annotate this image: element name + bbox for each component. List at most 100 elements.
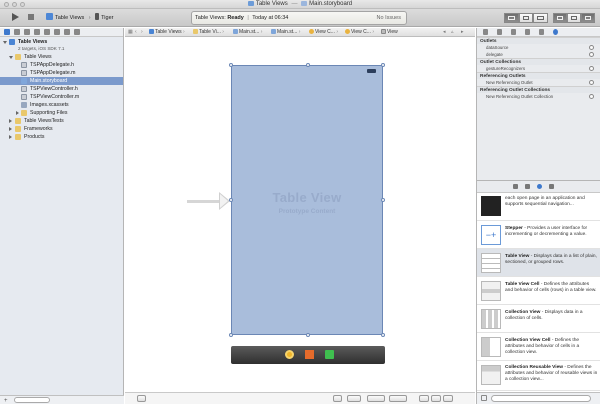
search-icon[interactable] bbox=[24, 29, 30, 35]
jumpbar-item-scene[interactable]: View C... › bbox=[309, 28, 338, 36]
tree-row-group[interactable]: Supporting Files bbox=[0, 109, 123, 117]
assistant-editor-button[interactable] bbox=[518, 13, 534, 23]
zoom-in-button[interactable] bbox=[443, 395, 453, 402]
code-snippet-icon[interactable] bbox=[525, 184, 530, 189]
connection-circle-icon[interactable] bbox=[589, 66, 594, 71]
tree-row-file[interactable]: TSPAppDelegate.h bbox=[0, 61, 123, 69]
library-tabs bbox=[477, 183, 600, 192]
issues-label[interactable]: No Issues bbox=[377, 12, 401, 24]
title-bar: Table Views — Main.storyboard bbox=[0, 0, 600, 9]
scheme-selector[interactable]: Table Views › Tiger bbox=[46, 13, 113, 23]
warning-icon[interactable] bbox=[34, 29, 40, 35]
next-issue-icon[interactable]: ▸ bbox=[461, 28, 464, 36]
resize-handle[interactable] bbox=[306, 63, 310, 67]
attributes-inspector-icon[interactable] bbox=[525, 29, 530, 35]
standard-editor-button[interactable] bbox=[504, 13, 519, 23]
library-item[interactable]: Collection View - Displays data in a col… bbox=[477, 305, 600, 333]
resize-handle[interactable] bbox=[306, 333, 310, 337]
align-button[interactable] bbox=[347, 395, 361, 402]
jumpbar-item-view[interactable]: View bbox=[381, 28, 398, 36]
view-controller-icon[interactable] bbox=[285, 350, 294, 359]
folder-icon bbox=[15, 126, 21, 132]
jumpbar-item-controller[interactable]: View C... › bbox=[345, 28, 374, 36]
identity-inspector-icon[interactable] bbox=[511, 29, 516, 35]
disclosure-closed-icon[interactable] bbox=[9, 127, 12, 131]
debug-icon[interactable] bbox=[54, 29, 60, 35]
toggle-utilities-button[interactable] bbox=[581, 13, 595, 23]
utilities-divider[interactable] bbox=[477, 180, 600, 181]
tree-row-file-selected[interactable]: Main.storyboard bbox=[0, 77, 123, 85]
tree-row-file[interactable]: TSPViewController.h bbox=[0, 85, 123, 93]
tree-row-group[interactable]: Products bbox=[0, 133, 123, 141]
stop-button[interactable] bbox=[26, 12, 36, 23]
test-icon[interactable] bbox=[44, 29, 50, 35]
file-template-icon[interactable] bbox=[513, 184, 518, 189]
jumpbar-item-project[interactable]: Table Views › bbox=[149, 28, 185, 36]
related-items-icon[interactable]: ▦ bbox=[128, 28, 133, 36]
grid-view-icon[interactable] bbox=[481, 395, 487, 401]
object-library-icon[interactable] bbox=[537, 184, 542, 189]
jumpbar-item-file[interactable]: Main.st... › bbox=[271, 28, 300, 36]
tree-row-project[interactable]: Table Views bbox=[0, 38, 123, 46]
resize-handle[interactable] bbox=[229, 333, 233, 337]
back-icon[interactable]: ‹ bbox=[135, 28, 137, 36]
table-view-scene[interactable]: Table View Prototype Content bbox=[229, 63, 385, 337]
document-outline-toggle[interactable] bbox=[137, 395, 146, 402]
resize-handle[interactable] bbox=[381, 333, 385, 337]
issue-icon[interactable]: ▵ bbox=[451, 28, 454, 36]
filter-input[interactable] bbox=[14, 397, 50, 403]
run-button[interactable] bbox=[10, 12, 21, 23]
library-search-input[interactable] bbox=[491, 395, 591, 402]
library-item[interactable]: each open page in an application and sup… bbox=[477, 193, 600, 221]
connection-circle-icon[interactable] bbox=[589, 80, 594, 85]
zoom-actual-button[interactable] bbox=[431, 395, 441, 402]
zoom-out-button[interactable] bbox=[419, 395, 429, 402]
disclosure-closed-icon[interactable] bbox=[9, 119, 12, 123]
folder-icon bbox=[15, 134, 21, 140]
log-icon[interactable] bbox=[74, 29, 80, 35]
size-inspector-icon[interactable] bbox=[539, 29, 544, 35]
resize-handle[interactable] bbox=[229, 63, 233, 67]
file-inspector-icon[interactable] bbox=[483, 29, 488, 35]
symbol-icon[interactable] bbox=[14, 29, 20, 35]
first-responder-icon[interactable] bbox=[305, 350, 314, 359]
library-item-selected[interactable]: Table View - Displays data in a list of … bbox=[477, 249, 600, 277]
tree-row-group[interactable]: Table Views bbox=[0, 53, 123, 61]
disclosure-closed-icon[interactable] bbox=[9, 135, 12, 139]
form-factor-toggle[interactable] bbox=[333, 395, 342, 402]
previous-issue-icon[interactable]: ◂ bbox=[443, 28, 446, 36]
tree-row-file[interactable]: Images.xcassets bbox=[0, 101, 123, 109]
resize-handle[interactable] bbox=[381, 63, 385, 67]
jumpbar-item-file[interactable]: Main.st... › bbox=[233, 28, 262, 36]
pin-button[interactable] bbox=[367, 395, 385, 402]
resolve-issues-button[interactable] bbox=[389, 395, 407, 402]
library-item[interactable]: Table View Cell - Defines the attributes… bbox=[477, 277, 600, 305]
tree-row-file[interactable]: TSPAppDelegate.m bbox=[0, 69, 123, 77]
tree-row-group[interactable]: Table ViewsTests bbox=[0, 117, 123, 125]
quick-help-icon[interactable] bbox=[497, 29, 502, 35]
disclosure-closed-icon[interactable] bbox=[16, 111, 19, 115]
version-editor-button[interactable] bbox=[533, 13, 549, 23]
connections-inspector-icon[interactable] bbox=[553, 29, 558, 35]
library-item[interactable]: −+ Stepper - Provides a user interface f… bbox=[477, 221, 600, 249]
library-item[interactable]: Collection View Cell - Defines the attri… bbox=[477, 333, 600, 361]
tree-row-file[interactable]: TSPViewController.m bbox=[0, 93, 123, 101]
connection-circle-icon[interactable] bbox=[589, 45, 594, 50]
library-item[interactable]: Collection Reusable View - Defines the a… bbox=[477, 361, 600, 391]
toggle-navigator-button[interactable] bbox=[553, 13, 567, 23]
collection-view-cell-icon bbox=[481, 337, 501, 357]
scene-dock bbox=[231, 346, 385, 364]
referencing-outlet-collections-header: Referencing Outlet Collections bbox=[477, 86, 600, 93]
connection-circle-icon[interactable] bbox=[589, 52, 594, 57]
folder-icon[interactable] bbox=[4, 29, 10, 35]
jumpbar-item-group[interactable]: Table Vi... › bbox=[193, 28, 224, 36]
tree-row-group[interactable]: Frameworks bbox=[0, 125, 123, 133]
exit-icon[interactable] bbox=[325, 350, 334, 359]
add-icon[interactable]: + bbox=[4, 398, 8, 404]
toggle-debug-area-button[interactable] bbox=[567, 13, 581, 23]
forward-icon[interactable]: › bbox=[141, 28, 143, 36]
storyboard-canvas[interactable]: ▦ ‹ › Table Views › Table Vi... › Main.s… bbox=[125, 28, 475, 404]
breakpoint-icon[interactable] bbox=[64, 29, 70, 35]
media-library-icon[interactable] bbox=[549, 184, 554, 189]
connection-circle-icon[interactable] bbox=[589, 94, 594, 99]
